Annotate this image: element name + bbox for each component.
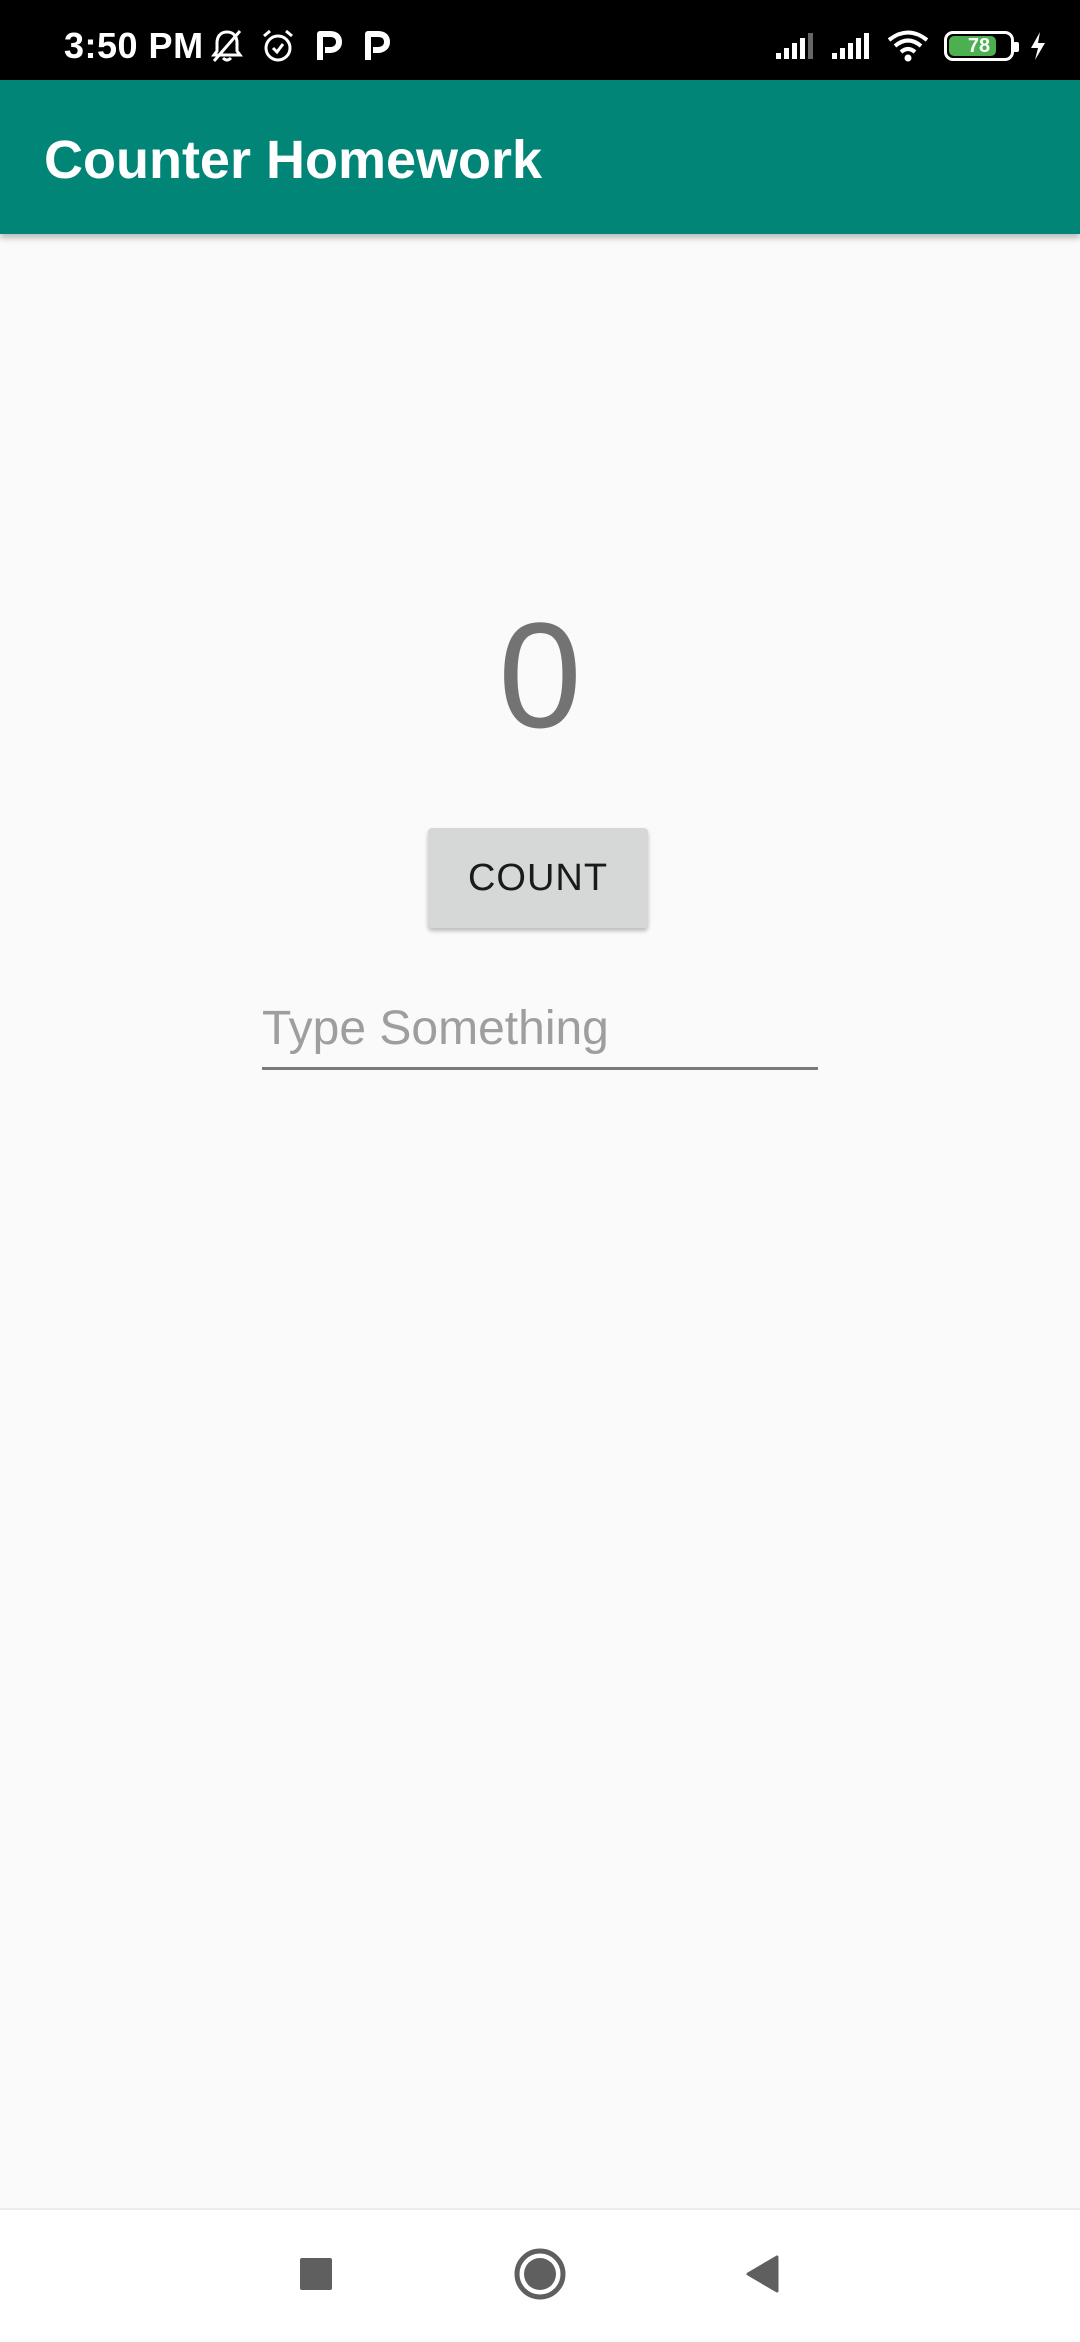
home-circle-icon: [513, 2247, 567, 2306]
mute-bell-icon: [210, 28, 244, 64]
app-title: Counter Homework: [44, 130, 543, 190]
back-button[interactable]: [702, 2210, 822, 2342]
signal-icon: [830, 31, 872, 61]
recents-square-icon: [299, 2257, 333, 2296]
battery-icon: 78: [944, 31, 1019, 61]
charging-icon: [1028, 30, 1048, 62]
battery-level: 78: [967, 34, 991, 57]
p-app-icon: [312, 28, 344, 64]
count-button[interactable]: COUNT: [428, 828, 648, 928]
p-app-icon: [360, 28, 392, 64]
status-notification-icons: [210, 26, 392, 66]
recents-button[interactable]: [256, 2210, 376, 2342]
counter-value: 0: [498, 591, 582, 759]
battery-tip: [1014, 42, 1019, 52]
status-bar: 3:50 PM 78: [0, 0, 1080, 80]
home-button[interactable]: [480, 2210, 600, 2342]
navigation-bar: [0, 2208, 1080, 2340]
app-bar: Counter Homework: [0, 80, 1080, 234]
alarm-icon: [260, 28, 296, 64]
signal-icon: [774, 31, 816, 61]
text-input[interactable]: [262, 990, 818, 1070]
status-time: 3:50 PM: [64, 25, 204, 66]
wifi-icon: [886, 29, 930, 63]
status-system-icons: 78: [774, 26, 1048, 66]
back-triangle-icon: [744, 2254, 780, 2299]
